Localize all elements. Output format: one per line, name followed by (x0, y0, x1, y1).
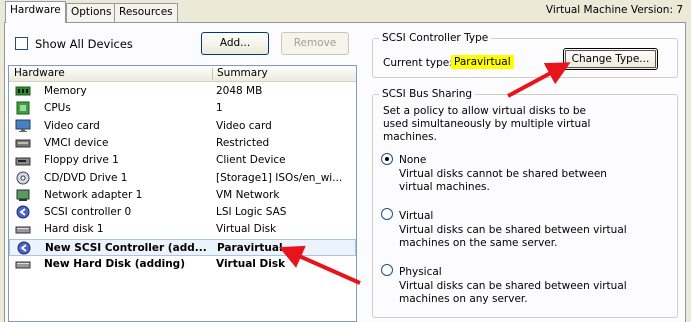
table-row[interactable]: SCSI controller 0 LSI Logic SAS (9, 204, 356, 221)
hardware-name: Network adapter 1 (44, 188, 143, 201)
column-header-summary[interactable]: Summary (212, 66, 268, 82)
hardware-list[interactable]: Hardware Summary Memory 2048 MB CPUs 1 Video… (8, 65, 357, 322)
hardware-summary: Restricted (216, 136, 270, 149)
table-row[interactable]: New Hard Disk (adding) Virtual Disk (9, 256, 356, 273)
monitor-icon (15, 119, 31, 133)
radio-physical-description: Virtual disks can be shared between virt… (399, 280, 627, 305)
hardware-summary: VM Network (216, 188, 280, 201)
hardware-name: CD/DVD Drive 1 (44, 171, 128, 184)
network-icon (15, 188, 31, 202)
hardware-summary: 1 (216, 102, 223, 115)
current-type-label: Current type: (383, 57, 453, 69)
radio-none[interactable] (381, 153, 393, 165)
hardware-summary: Video card (216, 119, 272, 132)
column-header-hardware[interactable]: Hardware (9, 66, 65, 82)
scsi-icon (16, 241, 32, 255)
hardware-name: Hard disk 1 (44, 223, 104, 236)
hardware-summary: Virtual Disk (216, 223, 277, 236)
change-type-button[interactable]: Change Type... (563, 48, 658, 70)
scsi-bus-sharing-legend: SCSI Bus Sharing (379, 88, 476, 100)
tab-resources[interactable]: Resources (114, 3, 178, 22)
hardware-name: VMCI device (44, 136, 109, 149)
cpu-icon (15, 101, 31, 115)
radio-physical[interactable] (381, 264, 393, 276)
remove-button[interactable]: Remove (281, 32, 349, 55)
disk-icon (15, 222, 31, 236)
show-all-devices-checkbox[interactable] (15, 37, 28, 50)
radio-virtual-description: Virtual disks can be shared between virt… (399, 224, 627, 249)
table-row[interactable]: New SCSI Controller (add... Paravirtual (9, 238, 356, 256)
table-row[interactable]: CD/DVD Drive 1 [Storage1] ISOs/en_wi... (9, 170, 356, 187)
hardware-summary: Client Device (216, 154, 286, 167)
scsi-controller-type-legend: SCSI Controller Type (379, 32, 492, 44)
table-row[interactable]: Video card Video card (9, 118, 356, 135)
disk-icon (15, 257, 31, 271)
hardware-summary: LSI Logic SAS (216, 206, 287, 219)
table-row[interactable]: Network adapter 1 VM Network (9, 187, 356, 204)
hardware-summary: Paravirtual (217, 241, 283, 254)
floppy-icon (15, 153, 31, 167)
hardware-summary: Virtual Disk (216, 258, 286, 270)
hardware-name: New Hard Disk (adding) (44, 258, 185, 270)
current-type-value: Paravirtual (451, 55, 514, 69)
memory-icon (15, 84, 31, 98)
table-row[interactable]: Hard disk 1 Virtual Disk (9, 221, 356, 238)
cd-icon (15, 171, 31, 185)
radio-none-label[interactable]: None (399, 154, 426, 166)
vmci-icon (15, 136, 31, 150)
bus-sharing-description: Set a policy to allow virtual disks to b… (383, 105, 591, 143)
hardware-name: Memory (44, 85, 87, 97)
hardware-name: New SCSI Controller (add... (45, 241, 207, 254)
radio-none-description: Virtual disks cannot be shared between v… (399, 168, 607, 193)
scsi-bus-sharing-group: SCSI Bus Sharing Set a policy to allow v… (372, 88, 678, 318)
hardware-summary: 2048 MB (216, 85, 263, 97)
hardware-name: Video card (44, 119, 100, 132)
hardware-summary: [Storage1] ISOs/en_wi... (216, 171, 343, 184)
tab-hardware[interactable]: Hardware (5, 1, 66, 23)
hardware-name: CPUs (44, 102, 71, 115)
scsi-icon (15, 205, 31, 219)
vm-version-label: Virtual Machine Version: 7 (545, 4, 683, 16)
tab-divider (4, 22, 686, 23)
table-row[interactable]: Floppy drive 1 Client Device (9, 152, 356, 169)
show-all-devices-label: Show All Devices (35, 37, 133, 51)
list-header: Hardware Summary (9, 66, 356, 82)
radio-physical-label[interactable]: Physical (399, 266, 442, 278)
radio-virtual-label[interactable]: Virtual (399, 210, 433, 222)
table-row[interactable]: CPUs 1 (9, 100, 356, 117)
hardware-name: Floppy drive 1 (44, 154, 119, 167)
table-row[interactable]: VMCI device Restricted (9, 135, 356, 152)
hardware-name: SCSI controller 0 (44, 206, 132, 219)
radio-virtual[interactable] (381, 208, 393, 220)
table-row[interactable]: Memory 2048 MB (9, 83, 356, 100)
tab-options[interactable]: Options (66, 3, 117, 22)
add-button[interactable]: Add... (201, 32, 269, 55)
